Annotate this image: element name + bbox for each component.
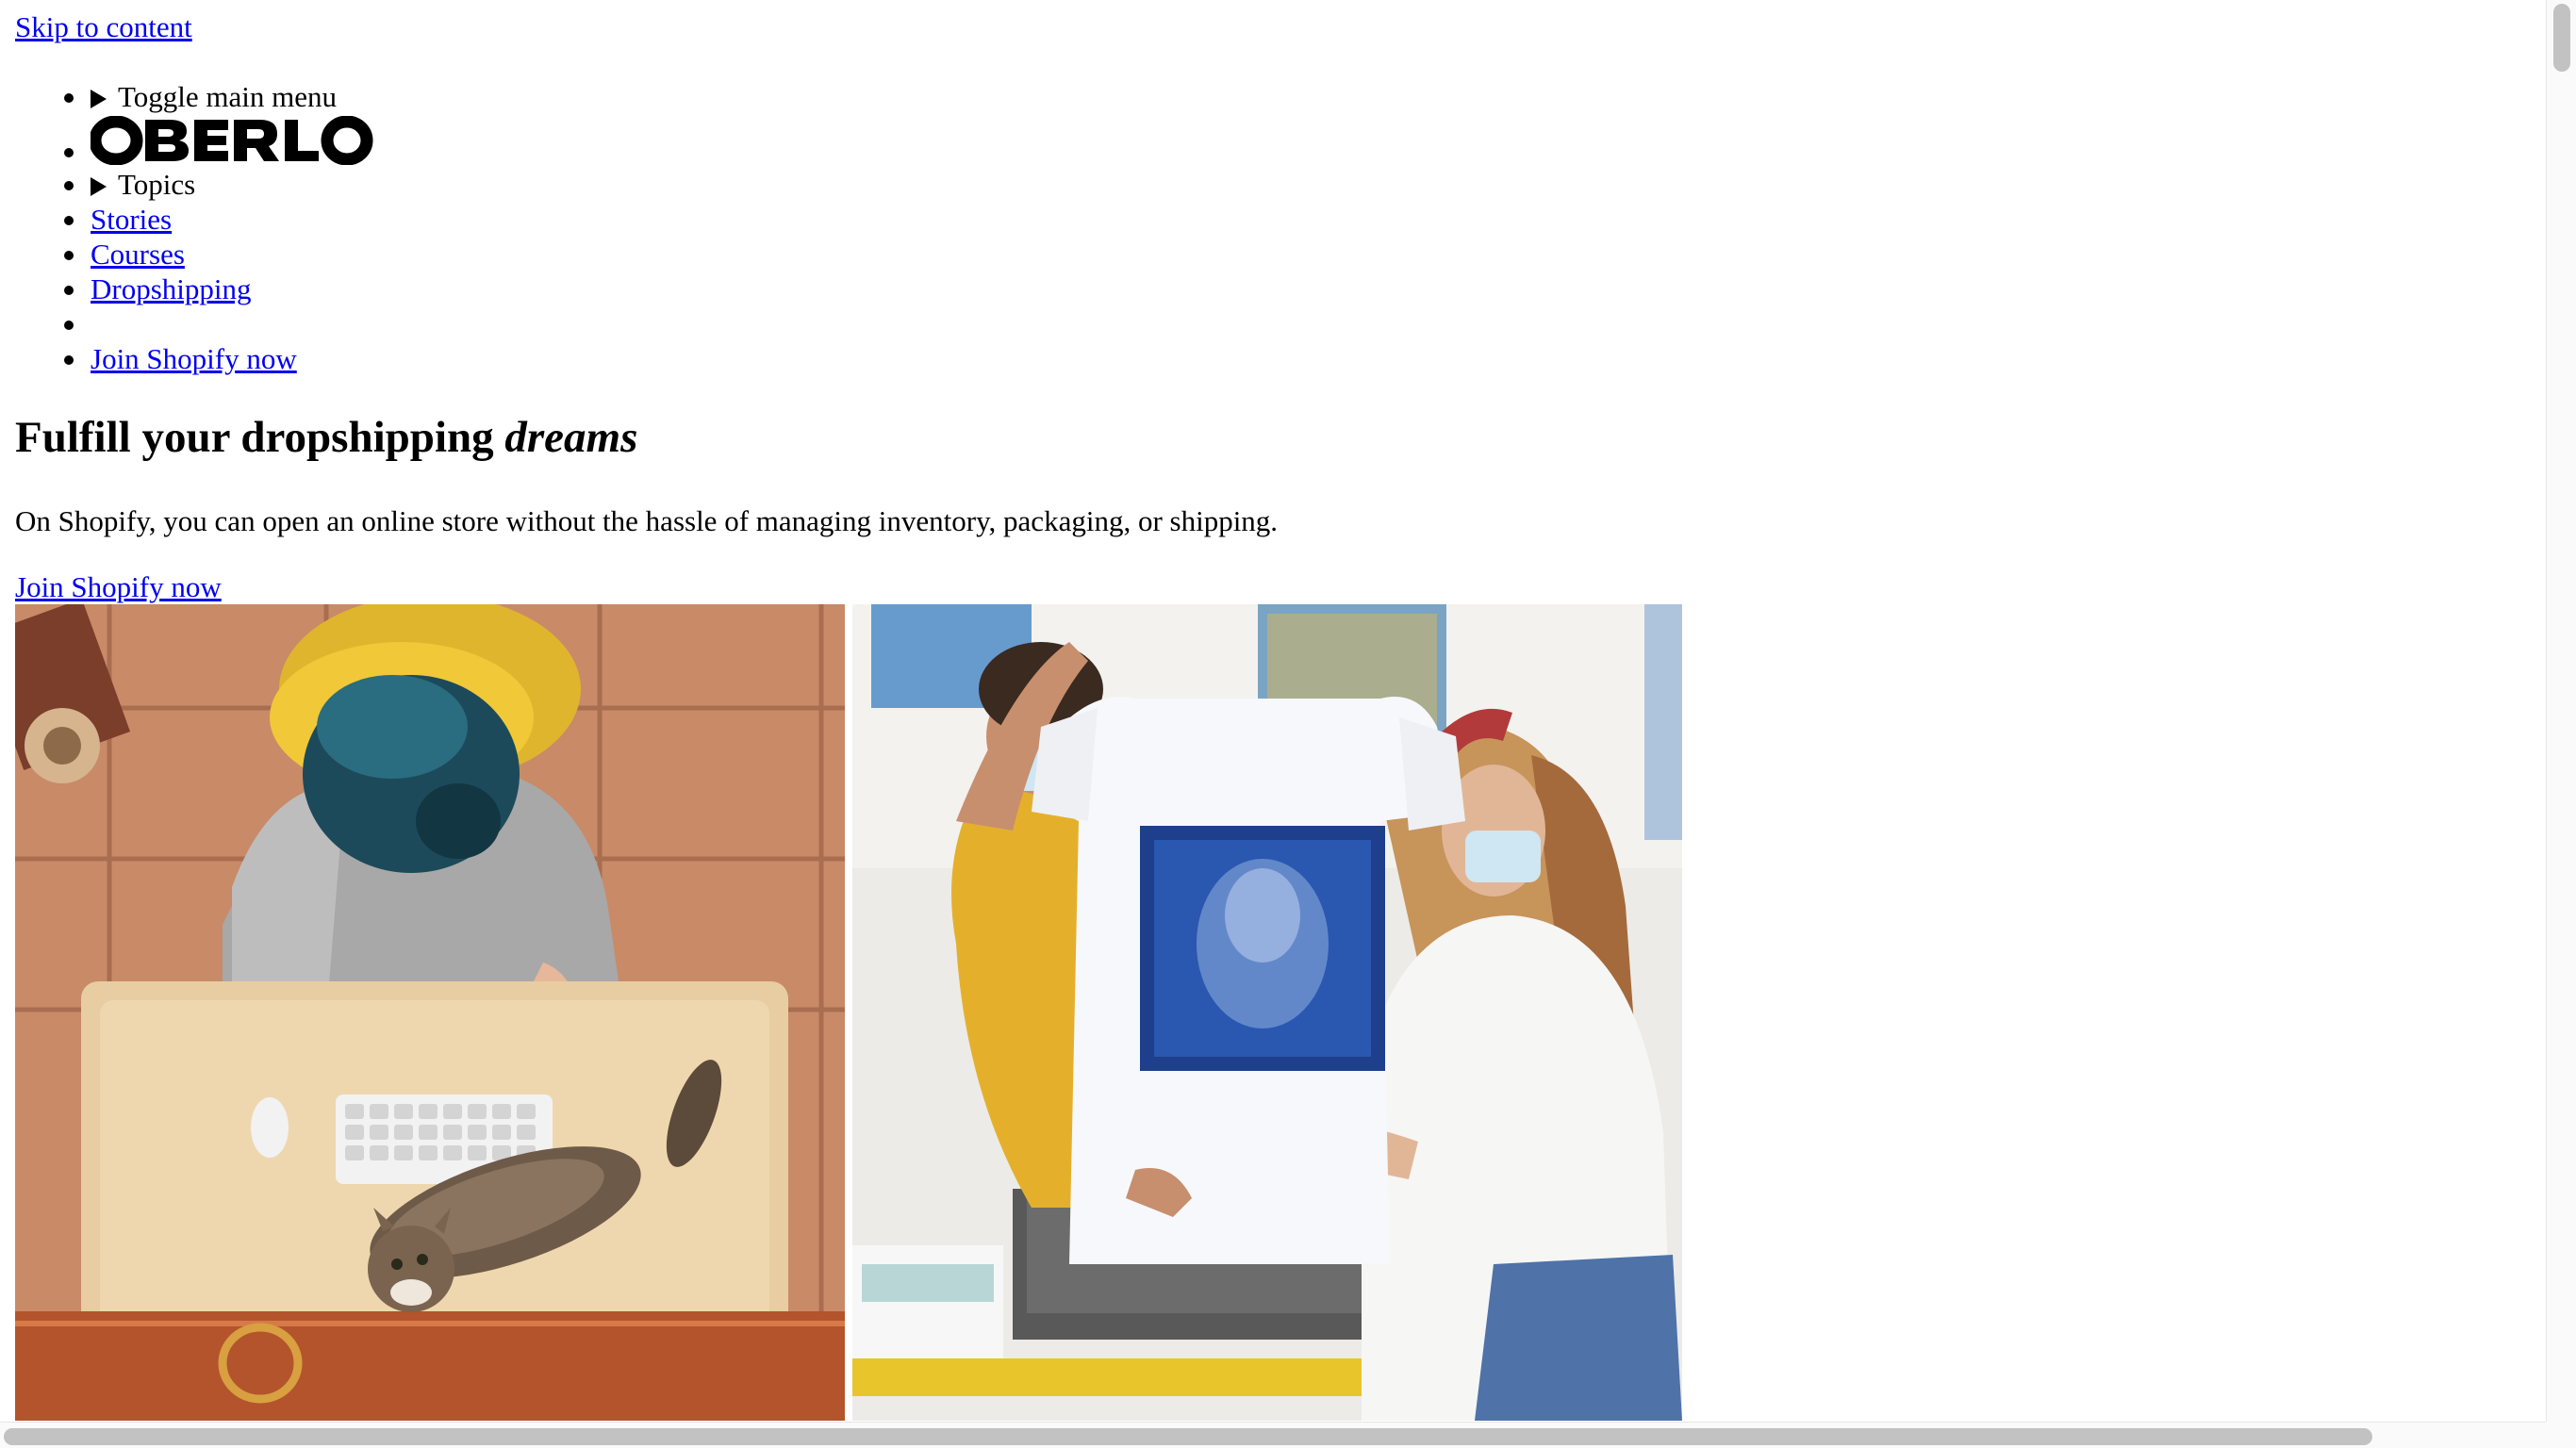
horizontal-scrollbar-thumb[interactable]	[4, 1428, 2372, 1445]
toggle-menu-label: Toggle main menu	[118, 80, 338, 113]
disclosure-triangle-icon	[91, 177, 107, 196]
topics-label: Topics	[118, 168, 196, 201]
join-shopify-hero-link[interactable]: Join Shopify now	[15, 569, 222, 604]
stories-link[interactable]: Stories	[91, 203, 172, 236]
tshirt-printing-image	[852, 604, 1682, 1421]
hero-description: On Shopify, you can open an online store…	[15, 504, 1279, 537]
scrollbar-corner	[2546, 1422, 2576, 1448]
vertical-scrollbar[interactable]	[2546, 0, 2576, 1422]
nav-item-join: Join Shopify now	[15, 341, 373, 376]
hero-title-emphasis: dreams	[504, 413, 638, 462]
dropshipping-link[interactable]: Dropshipping	[91, 272, 252, 305]
oberlo-logo-icon	[89, 115, 373, 166]
nav-item-stories: Stories	[15, 202, 373, 237]
join-shopify-nav-link[interactable]: Join Shopify now	[91, 342, 297, 375]
disclosure-triangle-icon	[91, 90, 107, 108]
vertical-scrollbar-thumb[interactable]	[2553, 4, 2570, 72]
nav-item-topics[interactable]: Topics	[15, 167, 373, 202]
hero-title-text: Fulfill your dropshipping	[15, 413, 494, 462]
hero-image-desk-with-cat	[15, 604, 845, 1421]
hero-title: Fulfill your dropshipping dreams	[15, 411, 637, 464]
nav-item-courses: Courses	[15, 237, 373, 272]
page: Skip to content Toggle main menu Topics …	[0, 0, 2576, 1448]
horizontal-scrollbar[interactable]	[0, 1422, 2546, 1448]
nav-item-logo[interactable]	[15, 114, 373, 167]
hero-image-tshirt-printing	[852, 604, 1682, 1421]
nav-item-toggle-menu[interactable]: Toggle main menu	[15, 79, 373, 114]
desk-with-cat-image	[15, 604, 845, 1421]
main-nav: Toggle main menu Topics Stories Courses …	[15, 79, 373, 376]
nav-item-dropshipping: Dropshipping	[15, 272, 373, 306]
nav-item-empty	[15, 306, 373, 341]
skip-to-content-link[interactable]: Skip to content	[15, 9, 192, 44]
oberlo-logo[interactable]	[89, 115, 373, 173]
courses-link[interactable]: Courses	[91, 238, 185, 271]
